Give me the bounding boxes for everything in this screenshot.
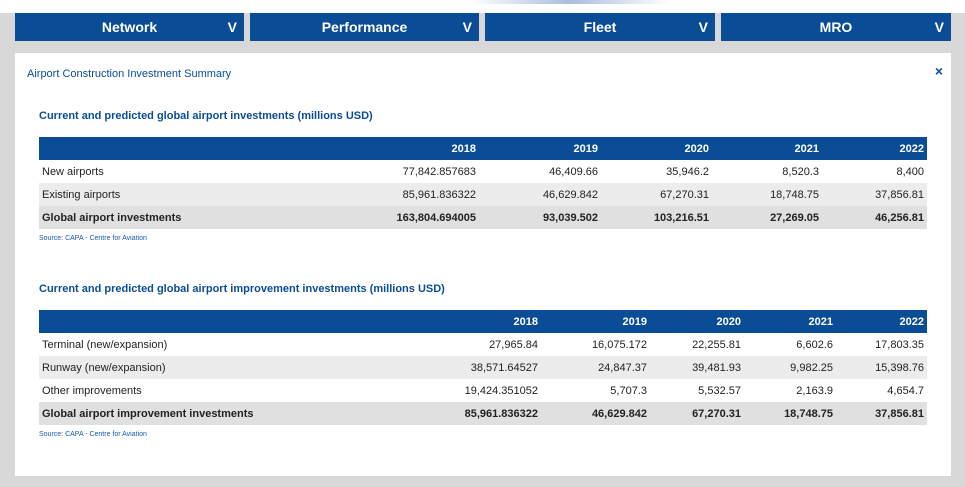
- table-cell: 18,748.75: [744, 402, 836, 425]
- table-cell: 46,256.81: [822, 206, 927, 229]
- table-cell: 103,216.51: [601, 206, 712, 229]
- table-header-row: 2018 2019 2020 2021 2022: [39, 310, 927, 333]
- nav-tab-label: Network: [101, 19, 158, 35]
- table-cell: 16,075.172: [591, 338, 647, 351]
- table-cell: 67,270.31: [601, 183, 712, 206]
- table1-title: Current and predicted global airport inv…: [39, 110, 373, 122]
- column-header: 2018: [446, 310, 541, 333]
- nav-tab-label: Fleet: [583, 19, 617, 35]
- table-cell: 38,571.64527: [446, 356, 541, 379]
- table-cell: 85,961.836322: [329, 183, 479, 206]
- row-label: Terminal (new/expansion): [42, 338, 168, 351]
- table-cell: 27,965.84: [489, 338, 538, 351]
- column-header: 2022: [836, 310, 927, 333]
- column-header: [39, 137, 329, 160]
- nav-tab-mro[interactable]: MRO V: [721, 13, 951, 41]
- table-row: New airports 77,842.857683 46,409.66 35,…: [39, 160, 927, 183]
- table-cell: 4,654.7: [887, 384, 924, 397]
- top-strip: [0, 0, 965, 13]
- column-header: 2021: [744, 310, 836, 333]
- table-cell: 6,602.6: [796, 338, 833, 351]
- chevron-down-icon: V: [934, 19, 944, 35]
- table-cell: 19,424.351052: [464, 384, 538, 397]
- table-header-row: 2018 2019 2020 2021 2022: [39, 137, 927, 160]
- table1-source: Source: CAPA - Centre for Aviation: [39, 235, 147, 242]
- table-cell: 15,398.76: [836, 356, 927, 379]
- table-cell: 67,270.31: [650, 402, 744, 425]
- table-cell: 8,520.3: [782, 165, 819, 178]
- nav-tab-network[interactable]: Network V: [15, 13, 244, 41]
- table2-source: Source: CAPA - Centre for Aviation: [39, 431, 147, 438]
- column-header: 2021: [712, 137, 822, 160]
- table-cell: 85,961.836322: [446, 402, 541, 425]
- row-label: Runway (new/expansion): [39, 356, 446, 379]
- top-nav: Network V Performance V Fleet V MRO V: [15, 13, 951, 41]
- table-cell: 9,982.25: [744, 356, 836, 379]
- column-header: 2019: [479, 137, 601, 160]
- table-total-row: Global airport investments 163,804.69400…: [39, 206, 927, 229]
- column-header: 2020: [650, 310, 744, 333]
- table-cell: 35,946.2: [666, 165, 709, 178]
- table-cell: 18,748.75: [712, 183, 822, 206]
- table-cell: 5,707.3: [610, 384, 647, 397]
- column-header: 2018: [329, 137, 479, 160]
- table-cell: 8,400: [896, 165, 924, 178]
- table-cell: 46,629.842: [479, 183, 601, 206]
- table-row: Existing airports 85,961.836322 46,629.8…: [39, 183, 927, 206]
- chevron-down-icon: V: [227, 19, 237, 35]
- nav-tab-label: MRO: [819, 19, 853, 35]
- table-cell: 24,847.37: [541, 356, 650, 379]
- table-cell: 22,255.81: [692, 338, 741, 351]
- table-row: Terminal (new/expansion) 27,965.84 16,07…: [39, 333, 927, 356]
- table-cell: 37,856.81: [822, 183, 927, 206]
- table-total-row: Global airport improvement investments 8…: [39, 402, 927, 425]
- nav-tab-label: Performance: [321, 19, 408, 35]
- table-row: Other improvements 19,424.351052 5,707.3…: [39, 379, 927, 402]
- table-row: Runway (new/expansion) 38,571.64527 24,8…: [39, 356, 927, 379]
- chevron-down-icon: V: [462, 19, 472, 35]
- airport-investments-table: 2018 2019 2020 2021 2022 New airports 77…: [39, 137, 927, 229]
- column-header: 2020: [601, 137, 712, 160]
- panel-title: Airport Construction Investment Summary: [27, 68, 232, 80]
- row-label: Other improvements: [42, 384, 142, 397]
- table-cell: 77,842.857683: [402, 165, 476, 178]
- table-cell: 37,856.81: [836, 402, 927, 425]
- summary-panel: Airport Construction Investment Summary …: [15, 53, 951, 476]
- table-cell: 46,629.842: [541, 402, 650, 425]
- nav-tab-fleet[interactable]: Fleet V: [485, 13, 715, 41]
- column-header: 2019: [541, 310, 650, 333]
- table-cell: 46,409.66: [549, 165, 598, 178]
- row-label: Existing airports: [39, 183, 329, 206]
- row-label: Global airport improvement investments: [39, 402, 446, 425]
- table-cell: 163,804.694005: [329, 206, 479, 229]
- nav-tab-performance[interactable]: Performance V: [250, 13, 479, 41]
- table-cell: 39,481.93: [650, 356, 744, 379]
- chevron-down-icon: V: [698, 19, 708, 35]
- table-cell: 5,532.57: [698, 384, 741, 397]
- row-label: Global airport investments: [39, 206, 329, 229]
- airport-improvement-table: 2018 2019 2020 2021 2022 Terminal (new/e…: [39, 310, 927, 425]
- column-header: 2022: [822, 137, 927, 160]
- close-icon[interactable]: ×: [935, 63, 943, 79]
- row-label: New airports: [42, 165, 104, 178]
- table-cell: 93,039.502: [479, 206, 601, 229]
- table-cell: 27,269.05: [712, 206, 822, 229]
- top-strip-highlight: [470, 0, 670, 4]
- table-cell: 2,163.9: [796, 384, 833, 397]
- column-header: [39, 310, 446, 333]
- table-cell: 17,803.35: [875, 338, 924, 351]
- table2-title: Current and predicted global airport imp…: [39, 283, 445, 295]
